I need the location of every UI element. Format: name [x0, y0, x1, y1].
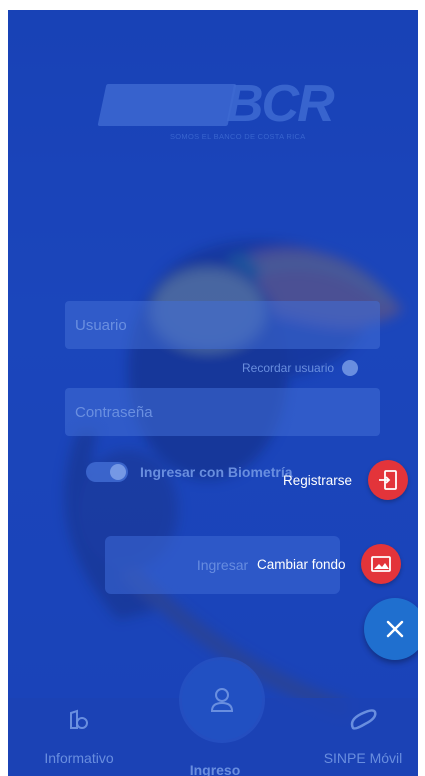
change-background-label: Cambiar fondo — [257, 556, 346, 572]
remember-user-toggle[interactable] — [342, 360, 359, 376]
password-field[interactable] — [65, 388, 380, 436]
app-screen: BCR SOMOS EL BANCO DE COSTA RICA Recorda… — [8, 10, 418, 776]
remember-user-row[interactable]: Recordar usuario — [242, 360, 359, 376]
username-input[interactable] — [73, 315, 372, 335]
change-background-button[interactable] — [360, 544, 401, 584]
info-icon — [70, 709, 88, 729]
logo-bar-shape — [97, 84, 237, 126]
bcr-logo: BCR SOMOS EL BANCO DE COSTA RICA — [97, 75, 362, 156]
sinpe-icon — [350, 709, 377, 730]
biometric-toggle[interactable] — [86, 462, 128, 482]
nav-label-sinpe: SINPE Móvil — [323, 750, 403, 766]
nav-label-informativo: Informativo — [44, 750, 114, 766]
biometric-login-row[interactable]: Ingresar con Biometría — [86, 462, 293, 482]
nav-item-sinpe-movil[interactable]: SINPE Móvil — [318, 708, 408, 766]
logo-tagline: SOMOS EL BANCO DE COSTA RICA — [170, 132, 306, 141]
remember-user-label: Recordar usuario — [242, 361, 335, 375]
register-label: Registrarse — [283, 472, 353, 488]
ingreso-center-button[interactable] — [182, 660, 262, 740]
biometric-label: Ingresar con Biometría — [140, 464, 293, 480]
username-field[interactable] — [65, 301, 380, 349]
nav-item-informativo[interactable]: Informativo — [34, 708, 124, 766]
nav-label-ingreso: Ingreso — [189, 762, 241, 776]
register-door-icon — [379, 470, 397, 490]
user-icon — [210, 688, 234, 712]
logo-text: BCR — [226, 75, 335, 133]
close-icon — [386, 620, 404, 638]
image-icon — [370, 556, 391, 572]
fab-background-row[interactable]: Cambiar fondo — [257, 544, 401, 584]
fab-close-button[interactable] — [364, 598, 418, 660]
register-button[interactable] — [368, 460, 409, 500]
password-input[interactable] — [73, 402, 372, 422]
fab-register-row[interactable]: Registrarse — [283, 460, 409, 500]
